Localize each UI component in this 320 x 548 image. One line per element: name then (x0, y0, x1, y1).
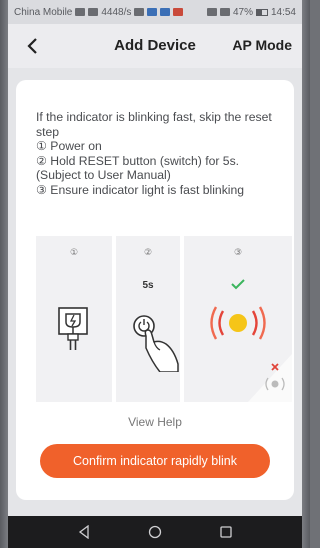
alarm-icon (219, 8, 230, 16)
nav-home-icon (148, 525, 162, 539)
view-help-link[interactable]: View Help (16, 415, 294, 429)
illustration-panel-hold-reset: ② 5s (116, 236, 180, 402)
status-right: 47% 14:54 (206, 6, 296, 18)
battery-icon (255, 8, 268, 16)
illustration-panel-fast-blink: ③ (184, 236, 292, 402)
status-bar: China Mobile 4448/s 47% 14:54 (8, 0, 302, 24)
illustration-panel-power-on: ① (36, 236, 112, 402)
device-frame-right (302, 0, 310, 548)
app-header: Add Device AP Mode (8, 24, 302, 68)
checkmark-icon (231, 279, 245, 290)
carrier-name: China Mobile (14, 6, 73, 18)
instruction-step-2: ② Hold RESET button (switch) for 5s. (Su… (36, 153, 240, 183)
navigation-bar (8, 516, 302, 548)
blinking-light-icon (210, 306, 266, 340)
confirm-blink-button[interactable]: Confirm indicator rapidly blink (40, 444, 270, 478)
nav-back-button[interactable] (76, 524, 92, 540)
power-plug-icon (58, 307, 88, 350)
instruction-card: If the indicator is blinking fast, skip … (16, 80, 294, 500)
clock: 14:54 (270, 6, 296, 18)
nav-back-icon (78, 525, 89, 539)
content-area: If the indicator is blinking fast, skip … (8, 68, 302, 516)
battery-percent: 47% (232, 6, 253, 18)
nav-home-button[interactable] (147, 524, 163, 540)
panel-number: ③ (233, 248, 243, 258)
nav-recents-button[interactable] (218, 524, 234, 540)
network-speed: 4448/s (101, 6, 132, 18)
wifi-icon (88, 8, 99, 16)
nfc-icon (206, 8, 217, 16)
nav-recents-icon (220, 526, 232, 538)
chevron-left-icon (27, 38, 37, 54)
hold-duration: 5s (142, 280, 154, 291)
panel-number: ① (69, 248, 79, 258)
reset-illustration: ① ② 5s ③ (36, 236, 292, 402)
slow-blink-x-icon (248, 354, 292, 402)
app-notification-icon-2 (160, 8, 171, 16)
mail-icon (134, 8, 145, 16)
device-frame-left (0, 0, 8, 548)
app-notification-icon (147, 8, 158, 16)
back-button[interactable] (22, 34, 44, 58)
app-notification-icon-3 (173, 8, 184, 16)
instruction-text: If the indicator is blinking fast, skip … (36, 110, 278, 197)
instruction-step-1: ① Power on (36, 139, 102, 153)
status-left: China Mobile 4448/s (14, 6, 184, 18)
ap-mode-button[interactable]: AP Mode (232, 37, 292, 53)
instruction-intro: If the indicator is blinking fast, skip … (36, 110, 272, 139)
instruction-step-3: ③ Ensure indicator light is fast blinkin… (36, 182, 245, 197)
finger-press-button-icon (133, 315, 179, 372)
signal-icon (75, 8, 86, 16)
panel-number: ② (143, 248, 153, 258)
